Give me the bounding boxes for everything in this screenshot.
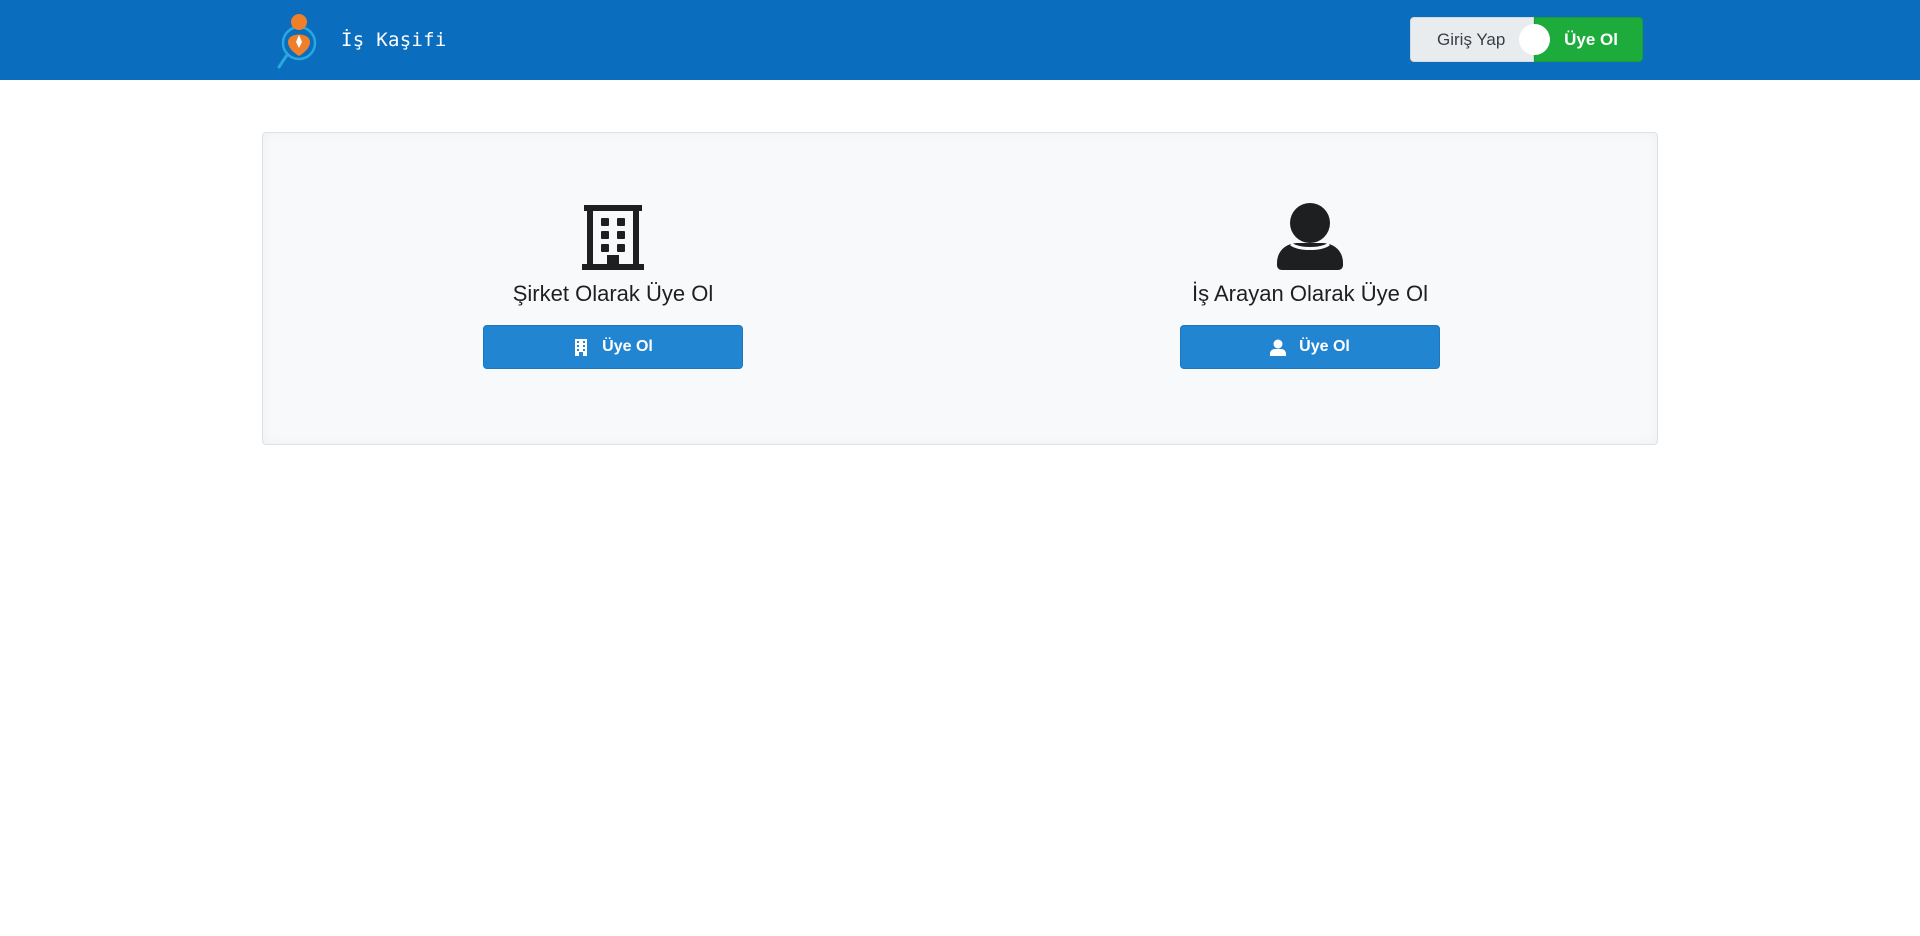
user-icon [1270, 339, 1287, 356]
company-register-title: Şirket Olarak Üye Ol [512, 281, 714, 306]
company-register-button[interactable]: Üye Ol [483, 325, 743, 369]
company-register-option: Şirket Olarak Üye Ol Üye Ol [483, 203, 743, 369]
register-button[interactable]: Üye Ol [1534, 17, 1643, 62]
jobseeker-register-option: İş Arayan Olarak Üye Ol Üye Ol [1180, 203, 1440, 369]
jobseeker-register-button[interactable]: Üye Ol [1180, 325, 1440, 369]
jobseeker-register-button-label: Üye Ol [1299, 338, 1350, 355]
toggle-knob [1519, 24, 1550, 55]
auth-button-group: Giriş Yap Üye Ol [1410, 17, 1643, 62]
jobseeker-register-title: İş Arayan Olarak Üye Ol [1192, 281, 1428, 306]
logo-icon [277, 14, 317, 69]
building-icon [582, 205, 644, 270]
login-button[interactable]: Giriş Yap [1410, 17, 1534, 62]
building-icon [575, 338, 588, 356]
brand-link[interactable]: İş Kaşifi [275, 10, 447, 70]
user-icon [1277, 203, 1343, 270]
brand-name: İş Kaşifi [341, 29, 447, 51]
register-options-card: Şirket Olarak Üye Ol Üye Ol İş Arayan Ol… [262, 132, 1658, 445]
company-register-button-label: Üye Ol [602, 338, 653, 355]
navbar: İş Kaşifi Giriş Yap Üye Ol [0, 0, 1920, 80]
